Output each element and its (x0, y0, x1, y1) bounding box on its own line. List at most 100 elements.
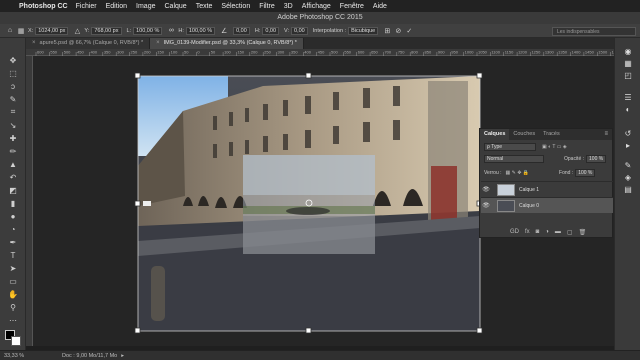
lock-icons[interactable]: ▦ ✎ ✥ 🔒 (506, 170, 530, 176)
menu-aide[interactable]: Aide (373, 3, 387, 10)
ruler-tick-label: 250 (264, 50, 271, 55)
fill-field[interactable]: 100 % (575, 169, 596, 177)
y-field[interactable]: 768,00 px (91, 26, 122, 35)
background-color-swatch[interactable] (11, 336, 21, 346)
adjustments-icon[interactable]: ◐ (622, 104, 634, 114)
link-layers-icon[interactable]: GD (510, 229, 519, 236)
menu-fichier[interactable]: Fichier (76, 3, 97, 10)
ruler-tick-label: 1150 (505, 50, 514, 55)
crop-tool-icon[interactable]: ⌗ (5, 107, 21, 117)
layers-icon[interactable]: ◈ (622, 172, 634, 182)
relative-icon[interactable]: △ (73, 27, 81, 35)
eraser-tool-icon[interactable]: ◩ (5, 185, 21, 195)
gradient-tool-icon[interactable]: ▮ (5, 198, 21, 208)
shape-tool-icon[interactable]: ▭ (5, 276, 21, 286)
height-label: H: (178, 27, 184, 34)
close-icon[interactable]: × (32, 38, 36, 49)
hskew-field[interactable]: 0,00 (262, 26, 280, 35)
close-icon[interactable]: × (156, 38, 160, 49)
more-tools-icon[interactable]: ⋯ (5, 315, 21, 325)
opacity-field[interactable]: 100 % (586, 155, 607, 163)
move-tool-icon[interactable]: ✥ (5, 55, 21, 65)
blend-mode-select[interactable]: Normal (484, 155, 544, 163)
app-name[interactable]: Photoshop CC (19, 3, 68, 10)
workspace-select[interactable]: Les indispensables (552, 27, 636, 36)
menu-image[interactable]: Image (136, 3, 155, 10)
cancel-icon[interactable]: ⊘ (394, 27, 402, 35)
commit-icon[interactable]: ✓ (405, 27, 413, 35)
ruler-tick-label: 600 (37, 50, 44, 55)
x-field[interactable]: 1024,00 px (35, 26, 69, 35)
menu-filtre[interactable]: Filtre (259, 3, 275, 10)
adjustment-icon[interactable]: ◑ (545, 229, 549, 236)
group-icon[interactable]: ▬ (555, 229, 561, 236)
trash-icon[interactable]: 🗑 (579, 229, 587, 236)
layer-filter-select[interactable]: ρ Type (484, 143, 536, 151)
menu-affichage[interactable]: Affichage (302, 3, 331, 10)
layer-row[interactable]: 👁 Calque 0 (481, 197, 613, 213)
vskew-field[interactable]: 0,00 (291, 26, 308, 35)
menu-fenetre[interactable]: Fenêtre (340, 3, 364, 10)
tab-img0139[interactable]: × IMG_0139-Modifier.psd @ 33,3% (Calque 0… (150, 38, 304, 49)
tab-apure5[interactable]: × apure5.psd @ 66,7% (Calque 0, RVB/8*) * (26, 38, 151, 49)
height-field[interactable]: 100,00 % (185, 26, 216, 35)
width-field[interactable]: 100,00 % (133, 26, 163, 35)
brush-presets-icon[interactable]: ✎ (622, 160, 634, 170)
fx-icon[interactable]: fx (525, 229, 530, 236)
apple-icon[interactable] (5, 2, 13, 10)
warp-icon[interactable]: ⊞ (383, 27, 391, 35)
menu-3d[interactable]: 3D (284, 3, 293, 10)
status-arrow-icon[interactable]: ▸ (121, 353, 124, 359)
pen-tool-icon[interactable]: ✒ (5, 237, 21, 247)
eyedropper-tool-icon[interactable]: ↘ (5, 120, 21, 130)
blur-tool-icon[interactable]: ● (5, 211, 21, 221)
dodge-tool-icon[interactable]: ◔ (5, 224, 21, 234)
home-icon[interactable]: ⌂ (6, 27, 14, 35)
reference-point-icon[interactable]: ▦ (17, 27, 25, 35)
angle-field[interactable]: 0,00 (233, 26, 250, 35)
history-icon[interactable]: ↺ (622, 128, 634, 138)
hand-tool-icon[interactable]: ✋ (5, 289, 21, 299)
x-label: X: (28, 27, 34, 34)
horizontal-ruler[interactable]: 600 550 500 450 400 350 300 250 200 150 100 50 0 50 10… (26, 49, 621, 56)
actions-icon[interactable]: ▸ (622, 140, 634, 150)
menu-selection[interactable]: Sélection (221, 3, 250, 10)
vertical-ruler[interactable] (26, 56, 33, 346)
menu-edition[interactable]: Edition (106, 3, 127, 10)
menu-calque[interactable]: Calque (165, 3, 187, 10)
swatches-icon[interactable]: ▦ (622, 58, 634, 68)
eye-icon[interactable]: 👁 (481, 186, 491, 193)
brush-tool-icon[interactable]: ✏ (5, 146, 21, 156)
filter-icons[interactable]: ▣ ◐ T ▭ ◈ (542, 144, 567, 150)
panel-menu-icon[interactable]: ≡ (604, 131, 608, 137)
interpolation-select[interactable]: Bicubique (348, 26, 379, 35)
right-dock: ◉ ▦ ◰ ☰ ◐ ↺ ▸ ✎ ◈ ▤ (614, 38, 640, 350)
tab-label: apure5.psd @ 66,7% (Calque 0, RVB/8*) * (39, 40, 144, 46)
new-layer-icon[interactable]: ▢ (567, 229, 573, 236)
tab-traces[interactable]: Tracés (539, 129, 564, 140)
styles-icon[interactable]: ◰ (622, 70, 634, 80)
type-tool-icon[interactable]: T (5, 250, 21, 260)
zoom-level[interactable]: 33,33 % (4, 353, 44, 359)
properties-icon[interactable]: ☰ (622, 92, 634, 102)
lasso-tool-icon[interactable]: ↄ (5, 81, 21, 91)
mask-icon[interactable]: ◙ (536, 229, 540, 236)
history-brush-tool-icon[interactable]: ↶ (5, 172, 21, 182)
menu-texte[interactable]: Texte (196, 3, 213, 10)
layer-row[interactable]: 👁 Calque 1 (481, 181, 613, 197)
layer-name: Calque 1 (519, 186, 540, 193)
tab-couches[interactable]: Couches (509, 129, 539, 140)
link-icon[interactable]: ∞ (167, 27, 175, 35)
zoom-tool-icon[interactable]: ⚲ (5, 302, 21, 312)
healing-tool-icon[interactable]: ✚ (5, 133, 21, 143)
stamp-tool-icon[interactable]: ▲ (5, 159, 21, 169)
quick-select-tool-icon[interactable]: ✎ (5, 94, 21, 104)
color-icon[interactable]: ◉ (622, 46, 634, 56)
ruler-tick-label: 400 (90, 50, 97, 55)
tab-calques[interactable]: Calques (480, 129, 510, 140)
path-select-tool-icon[interactable]: ➤ (5, 263, 21, 273)
channels-icon[interactable]: ▤ (622, 184, 634, 194)
marquee-tool-icon[interactable]: ⬚ (5, 68, 21, 78)
eye-icon[interactable]: 👁 (481, 202, 491, 209)
doc-info[interactable]: Doc : 9,00 Mo/11,7 Mo (62, 353, 117, 359)
